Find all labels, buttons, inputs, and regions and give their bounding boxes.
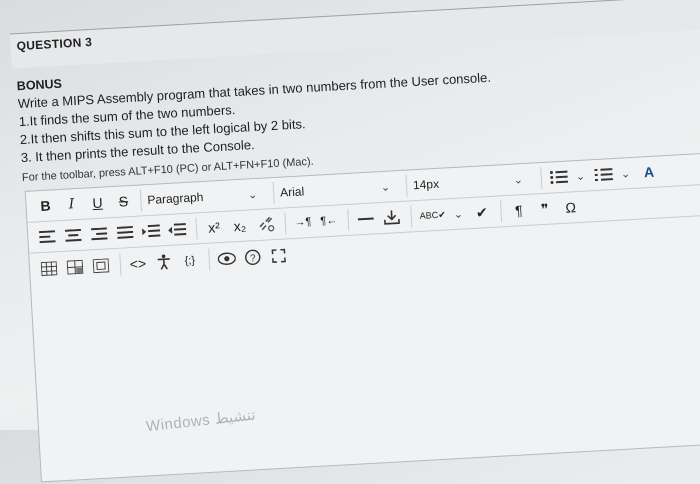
paragraph-format-value: Paragraph — [147, 189, 204, 208]
outdent-icon[interactable] — [167, 218, 187, 241]
chevron-down-icon[interactable]: ⌄ — [453, 207, 463, 220]
bold-button[interactable]: B — [36, 194, 55, 217]
special-character-button[interactable]: Ω — [561, 196, 580, 219]
preview-eye-icon[interactable] — [217, 247, 236, 270]
ltr-direction-icon[interactable]: →¶ — [293, 211, 312, 234]
paragraph-format-select[interactable]: Paragraph ⌄ — [139, 182, 264, 212]
text-color-icon[interactable]: A — [639, 161, 658, 184]
chevron-down-icon: ⌄ — [380, 181, 391, 194]
spellcheck-icon[interactable]: ABC✔ — [419, 203, 446, 226]
font-size-select[interactable]: 14px ⌄ — [405, 167, 530, 197]
toolbar-divider — [540, 167, 543, 190]
rtl-direction-icon[interactable]: ¶← — [319, 210, 338, 233]
font-size-value: 14px — [412, 176, 440, 193]
insert-file-icon[interactable] — [382, 206, 401, 229]
toolbar-divider — [284, 212, 287, 235]
checkmark-icon[interactable]: ✔ — [472, 201, 491, 224]
blockquote-button[interactable]: ❞ — [535, 197, 554, 220]
table-icon[interactable] — [39, 257, 58, 280]
strikethrough-button[interactable]: S — [114, 190, 133, 213]
indent-icon[interactable] — [141, 219, 161, 242]
align-justify-icon[interactable] — [116, 221, 135, 244]
toolbar-divider — [208, 248, 211, 271]
toolbar-divider — [347, 208, 350, 231]
fullscreen-icon[interactable] — [269, 244, 288, 267]
table-cell-icon[interactable] — [91, 254, 110, 277]
underline-button[interactable]: U — [88, 191, 107, 214]
rich-text-editor[interactable]: B I U S Paragraph ⌄ Arial ⌄ 14px ⌄ ⌄ ⌄ A… — [24, 150, 700, 483]
unlink-icon[interactable] — [256, 213, 275, 236]
chevron-down-icon[interactable]: ⌄ — [621, 167, 631, 180]
accessibility-icon[interactable] — [154, 250, 173, 273]
chevron-down-icon: ⌄ — [247, 188, 258, 201]
font-family-value: Arial — [279, 184, 305, 200]
toolbar-divider — [195, 217, 198, 240]
media-embed-button[interactable]: {;} — [180, 249, 199, 272]
subscript-button[interactable]: x₂ — [230, 214, 249, 237]
pilcrow-button[interactable]: ¶ — [509, 199, 528, 222]
help-icon[interactable]: ? — [243, 245, 262, 268]
superscript-button[interactable]: x² — [204, 216, 223, 239]
table-properties-icon[interactable] — [65, 255, 84, 278]
align-center-icon[interactable] — [64, 224, 83, 247]
toolbar-divider — [500, 200, 503, 223]
chevron-down-icon: ⌄ — [513, 173, 524, 187]
svg-text:?: ? — [250, 253, 257, 264]
horizontal-line-icon[interactable] — [356, 207, 375, 230]
numbered-list-icon[interactable] — [594, 163, 614, 186]
align-right-icon[interactable] — [90, 222, 109, 245]
italic-button[interactable]: I — [62, 193, 81, 216]
source-code-button[interactable]: <> — [128, 252, 147, 275]
toolbar-divider — [119, 253, 122, 276]
screen: QUESTION 3 BONUS Write a MIPS Assembly p… — [0, 0, 700, 483]
toolbar-divider — [410, 205, 413, 228]
align-left-icon[interactable] — [38, 225, 57, 248]
chevron-down-icon[interactable]: ⌄ — [575, 169, 585, 182]
font-family-select[interactable]: Arial ⌄ — [272, 175, 397, 205]
bulleted-list-icon[interactable] — [549, 166, 569, 189]
